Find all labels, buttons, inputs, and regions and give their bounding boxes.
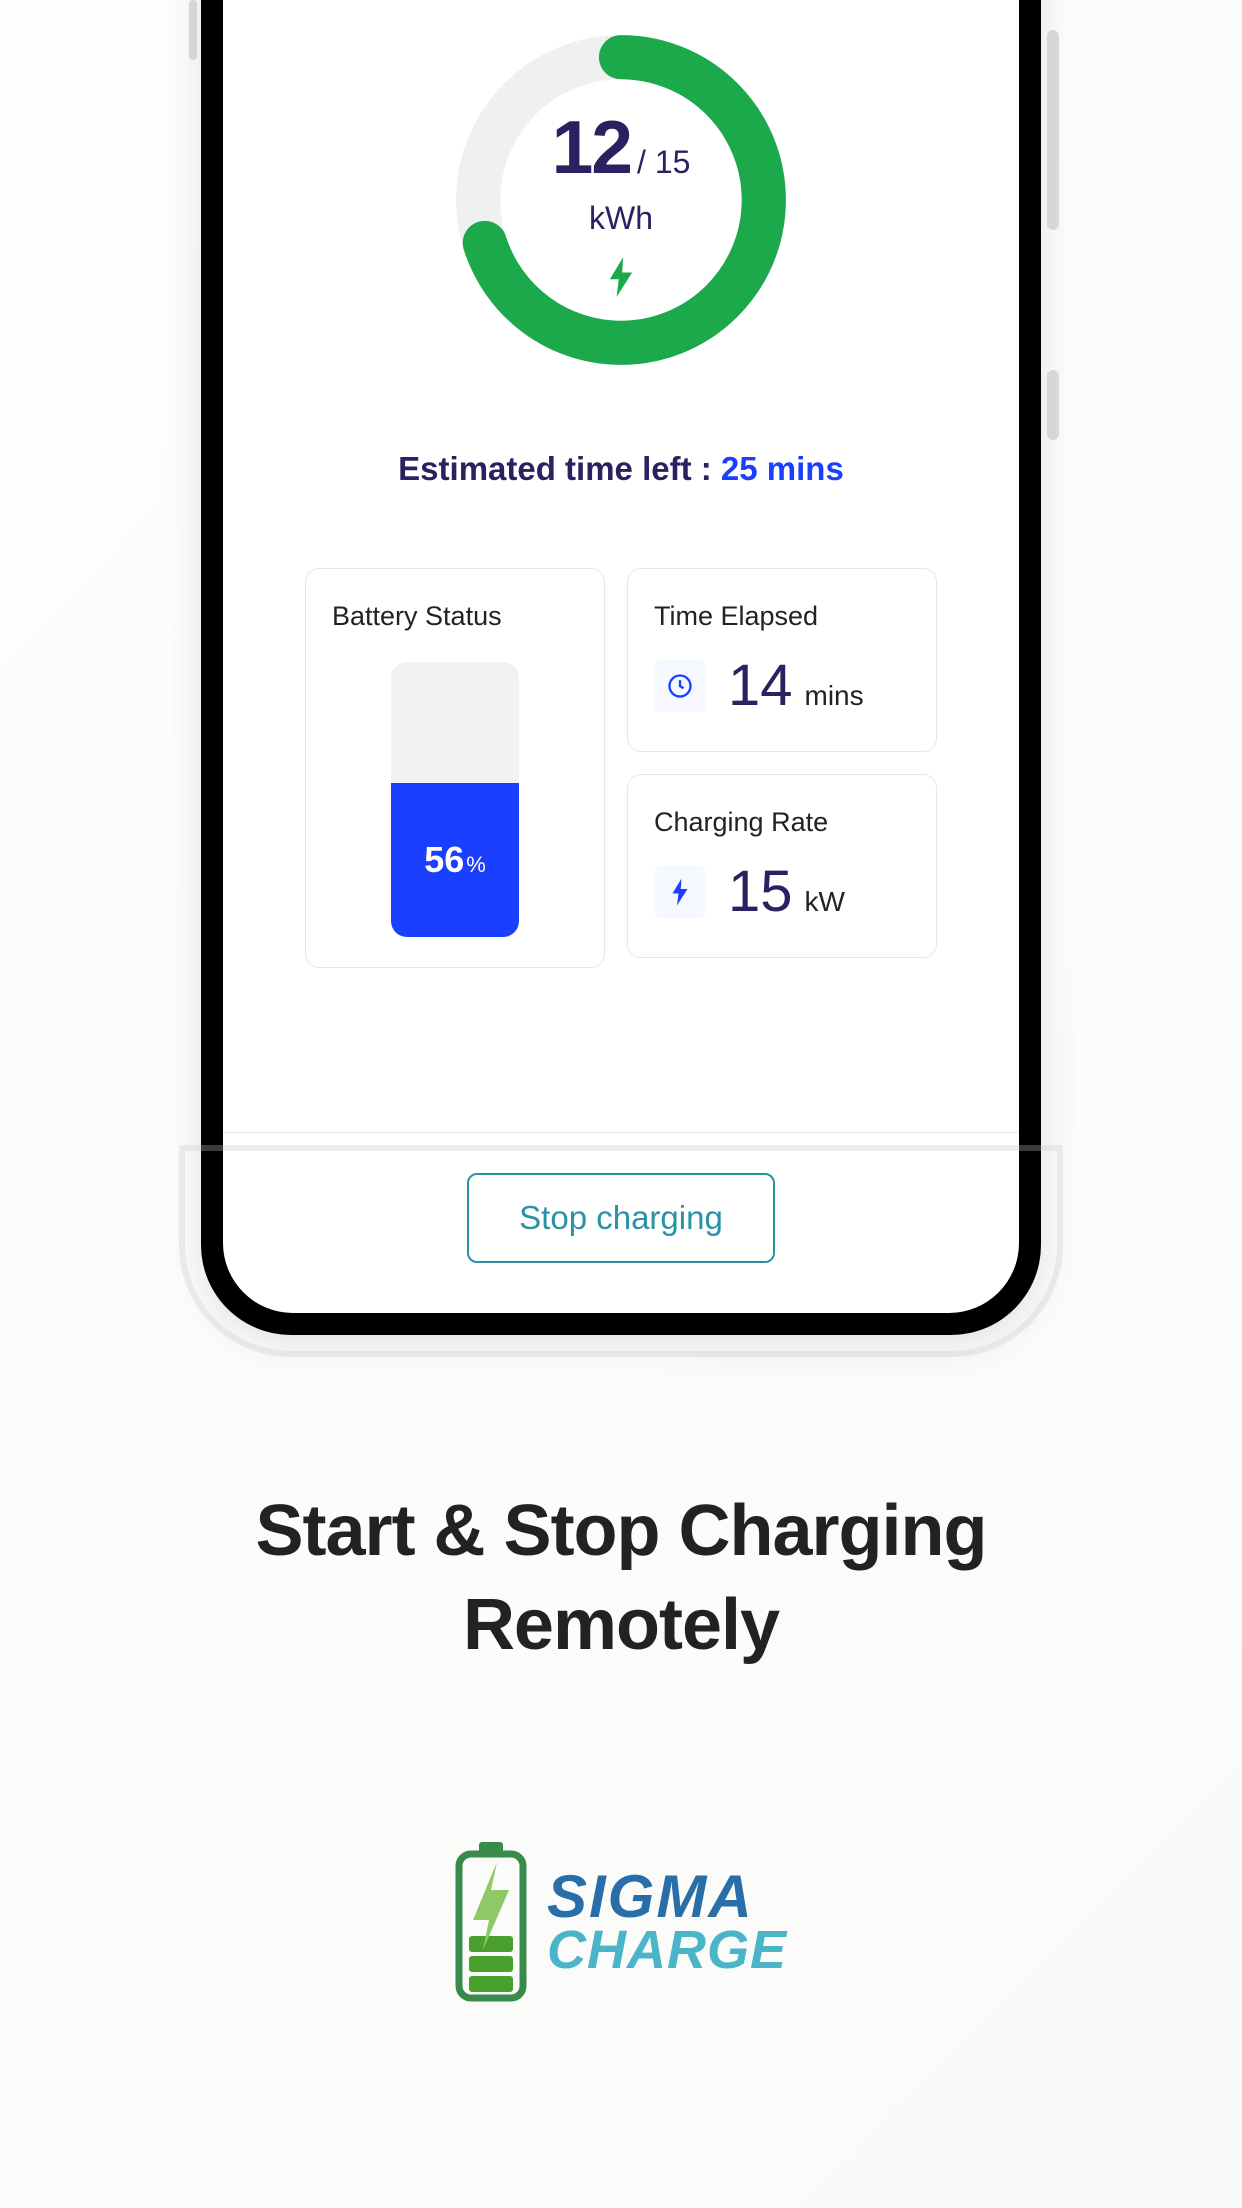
brand-logo: SIGMA CHARGE [455,1842,787,2002]
stat-cards: Battery Status 56% Time Elapsed [305,568,937,968]
rate-unit: kW [805,886,845,918]
logo-text: SIGMA CHARGE [547,1868,787,1976]
action-footer: Stop charging [223,1132,1019,1313]
charging-gauge: 12 / 15 kWh [451,30,791,370]
phone-mockup: 12 / 15 kWh Estimated time left : 25 min… [201,0,1041,1335]
eta-value: 25 mins [721,450,844,487]
gauge-total: / 15 [637,144,690,181]
logo-battery-icon [455,1842,527,2002]
gauge-value: 12 [552,104,631,190]
gauge-unit: kWh [589,200,653,237]
rate-value: 15 [728,858,793,925]
phone-side-button [189,0,197,60]
logo-word-top: SIGMA [547,1868,787,1925]
time-elapsed-card: Time Elapsed 14 mins [627,568,937,752]
battery-status-card: Battery Status 56% [305,568,605,968]
battery-indicator: 56% [391,662,519,937]
elapsed-value: 14 [728,652,793,719]
phone-side-button [1047,30,1059,230]
logo-word-bottom: CHARGE [547,1925,787,1976]
phone-frame: 12 / 15 kWh Estimated time left : 25 min… [201,0,1041,1335]
lightning-icon [606,257,636,297]
gauge-readout: 12 / 15 kWh [552,104,691,297]
battery-fill: 56% [391,783,519,937]
card-title: Time Elapsed [654,601,910,632]
clock-icon [654,660,706,712]
eta-text: Estimated time left : 25 mins [398,450,844,488]
charging-rate-card: Charging Rate 15 kW [627,774,937,958]
main-content: 12 / 15 kWh Estimated time left : 25 min… [223,0,1019,1132]
card-title: Battery Status [332,601,578,632]
card-title: Charging Rate [654,807,910,838]
eta-label: Estimated time left : [398,450,721,487]
battery-percent: 56% [424,839,486,881]
bolt-icon [654,866,706,918]
elapsed-unit: mins [805,680,864,712]
marketing-headline: Start & Stop Charging Remotely [256,1485,987,1672]
stop-charging-button[interactable]: Stop charging [467,1173,775,1263]
phone-side-button [1047,370,1059,440]
app-screen: 12 / 15 kWh Estimated time left : 25 min… [223,0,1019,1313]
